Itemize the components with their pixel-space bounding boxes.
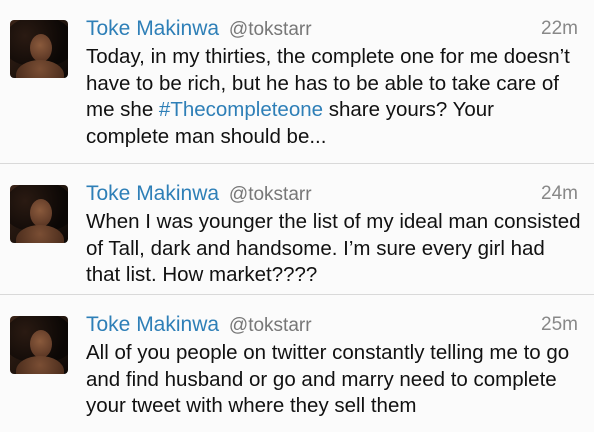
timestamp: 22m — [541, 18, 578, 39]
avatar[interactable] — [10, 20, 68, 78]
tweet[interactable]: Toke Makinwa @tokstarr 22m Today, in my … — [0, 0, 594, 164]
tweet-author[interactable]: Toke Makinwa @tokstarr — [86, 181, 312, 208]
handle[interactable]: @tokstarr — [229, 315, 312, 336]
timestamp: 24m — [541, 183, 578, 204]
tweet-author[interactable]: Toke Makinwa @tokstarr — [86, 16, 312, 43]
tweet[interactable]: Toke Makinwa @tokstarr 24m When I was yo… — [0, 165, 594, 295]
display-name[interactable]: Toke Makinwa — [86, 182, 219, 205]
tweet-text-before: All of you people on twitter constantly … — [86, 341, 570, 417]
tweet-text: When I was younger the list of my ideal … — [86, 209, 582, 289]
handle[interactable]: @tokstarr — [229, 19, 312, 40]
tweet-author[interactable]: Toke Makinwa @tokstarr — [86, 312, 312, 339]
handle[interactable]: @tokstarr — [229, 184, 312, 205]
tweet-text: Today, in my thirties, the complete one … — [86, 44, 582, 150]
tweet-feed: Toke Makinwa @tokstarr 22m Today, in my … — [0, 0, 594, 432]
avatar[interactable] — [10, 185, 68, 243]
tweet-text: All of you people on twitter constantly … — [86, 340, 582, 420]
tweet-text-before: When I was younger the list of my ideal … — [86, 210, 581, 286]
tweet[interactable]: Toke Makinwa @tokstarr 25m All of you pe… — [0, 296, 594, 432]
display-name[interactable]: Toke Makinwa — [86, 17, 219, 40]
timestamp: 25m — [541, 314, 578, 335]
hashtag-link[interactable]: #Thecompleteone — [159, 98, 323, 121]
avatar[interactable] — [10, 316, 68, 374]
display-name[interactable]: Toke Makinwa — [86, 313, 219, 336]
